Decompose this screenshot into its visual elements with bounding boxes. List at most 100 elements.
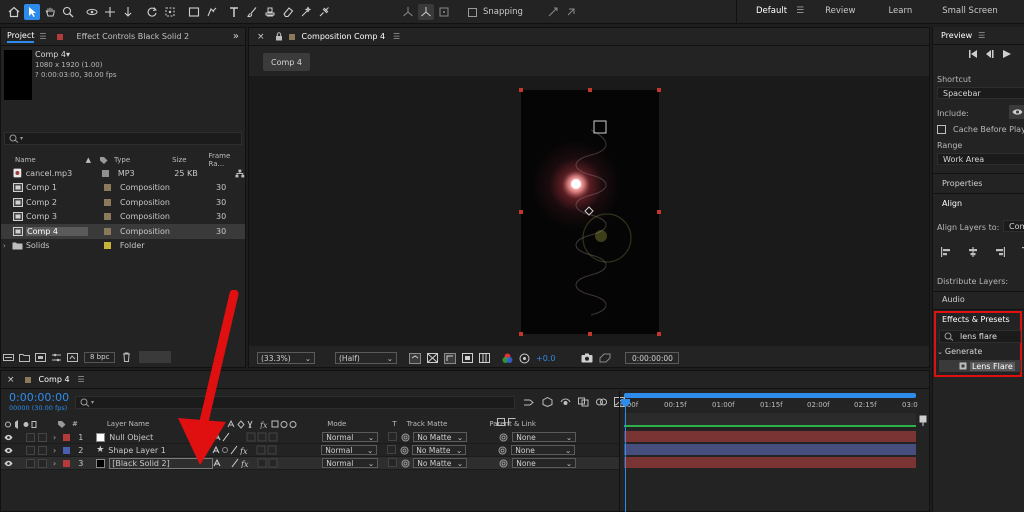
selection-handle[interactable] — [657, 332, 661, 336]
axis-world-icon[interactable] — [418, 4, 434, 20]
zoom-tool-icon[interactable] — [60, 4, 76, 20]
hand-tool-icon[interactable] — [42, 4, 58, 20]
eraser-tool-icon[interactable] — [280, 4, 296, 20]
new-composition-icon[interactable] — [35, 352, 46, 362]
selection-handle[interactable] — [519, 210, 523, 214]
work-area-track[interactable] — [624, 413, 916, 427]
rotation-tool-icon[interactable] — [144, 4, 160, 20]
effects-presets-tab[interactable]: Effects & Presets — [942, 315, 1010, 324]
shortcut-dropdown[interactable]: Spacebar — [937, 87, 1024, 99]
matte-source-icon[interactable] — [497, 418, 505, 426]
panel-menu-icon[interactable]: ☰ — [78, 375, 85, 384]
lock-switch[interactable] — [38, 445, 47, 455]
workspace-tab-review[interactable]: Review — [825, 6, 855, 16]
table-row[interactable]: › 1 Null Object Normal ⌄ No Matte ⌄ None ⌄ — [1, 431, 619, 444]
anchor-point-tool-icon[interactable] — [162, 4, 178, 20]
selection-handle[interactable] — [588, 88, 592, 92]
list-item[interactable]: Comp 1 Composition 30 — [1, 181, 245, 196]
adjust-settings-icon[interactable] — [51, 353, 62, 362]
pan-camera-icon[interactable] — [102, 4, 118, 20]
timeline-track-area[interactable]: 0:00f 00:15f 01:00f 01:15f 02:00f 02:15f… — [619, 391, 919, 512]
parent-dropdown[interactable]: None ⌄ — [512, 432, 577, 442]
preserve-transparency-box[interactable] — [388, 431, 398, 443]
timeline-search-input[interactable]: ▾ — [75, 396, 515, 409]
cache-checkbox[interactable] — [937, 125, 946, 134]
tab-composition[interactable]: Composition Comp 4 — [302, 32, 386, 41]
selection-tool-icon[interactable] — [24, 4, 40, 20]
selection-handle[interactable] — [588, 332, 592, 336]
layer-label-color[interactable] — [63, 433, 71, 441]
tab-effect-controls[interactable]: Effect Controls Black Solid 2 — [77, 32, 190, 41]
panel-menu-icon[interactable]: ☰ — [393, 32, 400, 41]
lock-icon[interactable] — [275, 32, 283, 41]
av-switches-icon[interactable] — [4, 419, 38, 429]
expand-chevron-icon[interactable]: › — [53, 433, 56, 442]
axis-local-icon[interactable] — [400, 4, 416, 20]
layer-label-color[interactable] — [63, 459, 71, 467]
align-panel-tab[interactable]: Align — [942, 199, 962, 208]
composition-viewer[interactable] — [249, 76, 929, 346]
composition-flowchart-icon[interactable] — [523, 398, 534, 407]
workspace-tab-small-screen[interactable]: Small Screen — [942, 6, 998, 16]
snap-features-icon[interactable] — [563, 4, 579, 20]
snapshot-camera-icon[interactable] — [581, 353, 593, 363]
viewer-timecode[interactable]: 0:00:00:00 — [625, 352, 680, 364]
playhead-line[interactable] — [625, 399, 626, 512]
selection-handle[interactable] — [519, 332, 523, 336]
panel-overflow-icon[interactable]: » — [233, 31, 239, 42]
workspace-menu-icon[interactable]: ☰ — [796, 6, 804, 16]
visibility-eye-icon[interactable] — [4, 434, 13, 441]
zoom-dropdown[interactable]: (33.3%) ⌄ — [257, 352, 315, 364]
close-icon[interactable]: × — [257, 32, 265, 42]
parent-dropdown[interactable]: None ⌄ — [511, 445, 576, 455]
current-time[interactable]: 0:00:00:00 — [9, 392, 69, 403]
include-video-icon[interactable] — [1009, 105, 1024, 119]
selection-handle[interactable] — [519, 88, 523, 92]
selection-handle[interactable] — [657, 88, 661, 92]
matte-spiral-icon[interactable] — [400, 446, 409, 455]
bpc-button[interactable]: 8 bpc — [84, 351, 116, 363]
work-area-bar[interactable] — [624, 393, 916, 398]
layer-label-color[interactable] — [63, 446, 71, 454]
layer-bar-shape-layer[interactable] — [624, 444, 916, 455]
pick-whip-icon[interactable] — [499, 459, 508, 468]
align-right-icon[interactable] — [995, 247, 1005, 257]
pick-whip-icon[interactable] — [498, 446, 507, 455]
matte-invert-icon[interactable] — [508, 418, 516, 426]
exposure-value[interactable]: +0.0 — [536, 354, 555, 363]
solo-switch[interactable] — [26, 458, 35, 468]
properties-panel-tab[interactable]: Properties — [942, 179, 982, 188]
resolution-dropdown[interactable]: (Half) ⌄ — [335, 352, 397, 364]
new-folder-icon[interactable] — [19, 353, 30, 362]
panel-menu-icon[interactable]: ☰ — [978, 31, 985, 40]
workspace-tab-learn[interactable]: Learn — [888, 6, 912, 16]
table-row-selected[interactable]: › 3 [Black Solid 2] fx Normal ⌄ No Matte ⌄… — [1, 457, 619, 470]
tab-comp-4[interactable]: Comp 4 — [39, 375, 70, 384]
pen-tool-icon[interactable] — [204, 4, 220, 20]
solo-switch[interactable] — [26, 432, 35, 442]
audio-panel-tab[interactable]: Audio — [942, 295, 965, 304]
shy-layers-icon[interactable] — [560, 397, 571, 407]
lock-switch[interactable] — [38, 432, 47, 442]
col-size[interactable]: Size — [172, 156, 186, 164]
panel-menu-icon[interactable]: ☰ — [39, 32, 46, 41]
transparency-grid-icon[interactable] — [427, 353, 438, 363]
selection-handle[interactable] — [657, 210, 661, 214]
comp-marker-bin-icon[interactable] — [919, 415, 929, 429]
grid-guides-icon[interactable] — [479, 353, 490, 363]
list-item[interactable]: › Solids Folder — [1, 239, 245, 254]
preserve-transparency-box[interactable] — [387, 444, 397, 456]
visibility-eye-icon[interactable] — [4, 447, 13, 454]
table-row[interactable]: › 2 ★ Shape Layer 1 fx Normal ⌄ No Matte ⌄… — [1, 444, 619, 457]
track-matte-dropdown[interactable]: No Matte ⌄ — [413, 458, 468, 468]
clone-stamp-tool-icon[interactable] — [262, 4, 278, 20]
dolly-camera-icon[interactable] — [120, 4, 136, 20]
home-icon[interactable] — [6, 4, 22, 20]
col-type[interactable]: Type — [114, 156, 130, 164]
effects-category-generate[interactable]: ⌄ Generate — [937, 347, 982, 356]
col-name[interactable]: Name — [15, 156, 36, 164]
previous-frame-icon[interactable] — [986, 50, 995, 58]
blend-mode-dropdown[interactable]: Normal ⌄ — [322, 458, 379, 468]
rectangle-tool-icon[interactable] — [186, 4, 202, 20]
roto-brush-tool-icon[interactable] — [298, 4, 314, 20]
